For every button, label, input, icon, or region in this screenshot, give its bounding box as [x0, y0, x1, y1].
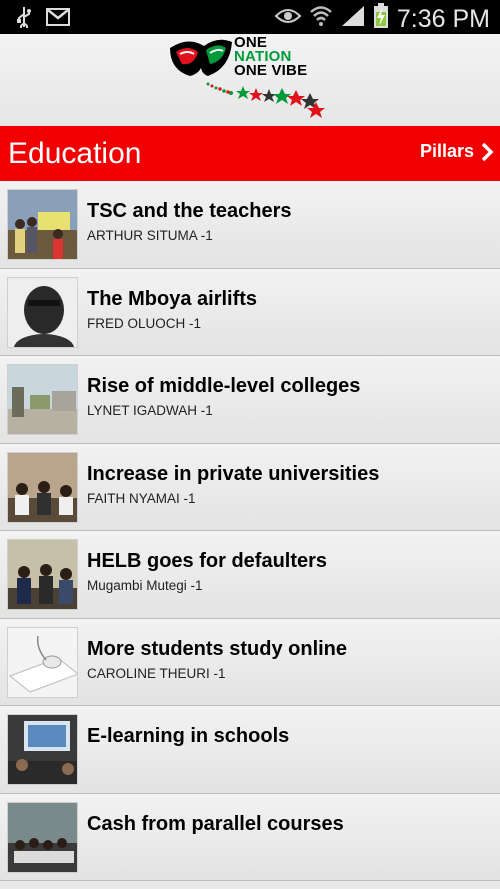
usb-icon [16, 6, 32, 33]
logo-wordmark: ONE NATION ONE VIBE [234, 35, 308, 79]
battery-charging-icon [373, 3, 389, 34]
list-item[interactable]: Rise of middle-level colleges LYNET IGAD… [0, 356, 500, 444]
clock: 7:36 PM [396, 4, 490, 33]
article-thumbnail [7, 714, 78, 785]
pillars-button[interactable]: Pillars [420, 141, 494, 162]
article-thumbnail [7, 539, 78, 610]
article-title: Cash from parallel courses [87, 812, 344, 835]
list-item[interactable]: The Mboya airlifts FRED OLUOCH -1 [0, 268, 500, 356]
signal-icon [341, 5, 365, 32]
article-thumbnail [7, 276, 78, 348]
article-title: The Mboya airlifts [87, 287, 258, 310]
list-item[interactable]: Increase in private universities FAITH N… [0, 443, 500, 531]
gmail-icon [46, 8, 70, 31]
list-item[interactable]: More students study online CAROLINE THEU… [0, 618, 500, 706]
article-author: Mugambi Mutegi -1 [87, 578, 203, 593]
article-thumbnail [7, 801, 78, 873]
article-thumbnail [7, 189, 78, 260]
article-title: Increase in private universities [87, 462, 380, 485]
list-item[interactable]: E-learning in schools [0, 706, 500, 794]
app-logo: ONE NATION ONE VIBE [168, 34, 338, 120]
pillars-label: Pillars [419, 141, 474, 161]
article-author: CAROLINE THEURI -1 [87, 665, 226, 681]
wifi-icon [309, 4, 333, 33]
article-author: ARTHUR SITUMA -1 [87, 228, 213, 243]
article-author: FAITH NYAMAI -1 [87, 490, 196, 506]
article-thumbnail [7, 451, 78, 523]
section-title-bar: Education Pillars [0, 126, 500, 181]
article-title: E-learning in schools [87, 725, 290, 747]
list-item[interactable]: TSC and the teachers ARTHUR SITUMA -1 [0, 181, 500, 269]
chevron-right-icon [480, 142, 494, 162]
article-list: TSC and the teachers ARTHUR SITUMA -1 Th… [0, 181, 500, 881]
list-item[interactable]: HELB goes for defaulters Mugambi Mutegi … [0, 531, 500, 619]
eye-icon [274, 7, 302, 30]
article-thumbnail [7, 626, 78, 698]
article-title: Rise of middle-level colleges [87, 375, 361, 397]
article-title: More students study online [87, 637, 348, 660]
article-author: FRED OLUOCH -1 [87, 315, 202, 331]
article-thumbnail [7, 364, 78, 435]
article-title: HELB goes for defaulters [87, 550, 328, 572]
page-title: Education [8, 137, 142, 170]
logo-line-one-vibe: ONE VIBE [234, 62, 308, 79]
status-bar: 7:36 PM [0, 0, 500, 34]
article-author: LYNET IGADWAH -1 [87, 403, 213, 418]
app-header: ONE NATION ONE VIBE [0, 34, 500, 126]
list-item[interactable]: Cash from parallel courses [0, 793, 500, 881]
article-title: TSC and the teachers [87, 200, 292, 222]
